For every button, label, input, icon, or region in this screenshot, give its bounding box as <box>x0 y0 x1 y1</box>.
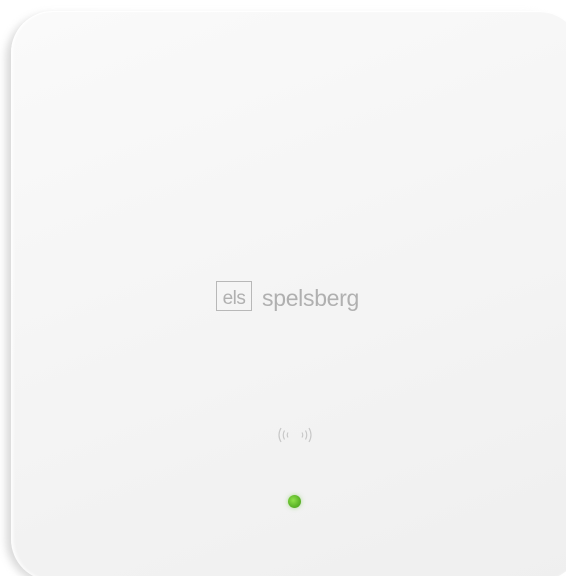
status-led <box>288 495 301 508</box>
brand-name: spelsberg <box>262 284 360 311</box>
nfc-icon <box>278 427 312 443</box>
logo-box: els <box>216 281 252 311</box>
brand-logo: els spelsberg <box>216 279 359 313</box>
logo-box-text: els <box>222 288 246 309</box>
photo-stage: els spelsberg <box>0 0 566 576</box>
